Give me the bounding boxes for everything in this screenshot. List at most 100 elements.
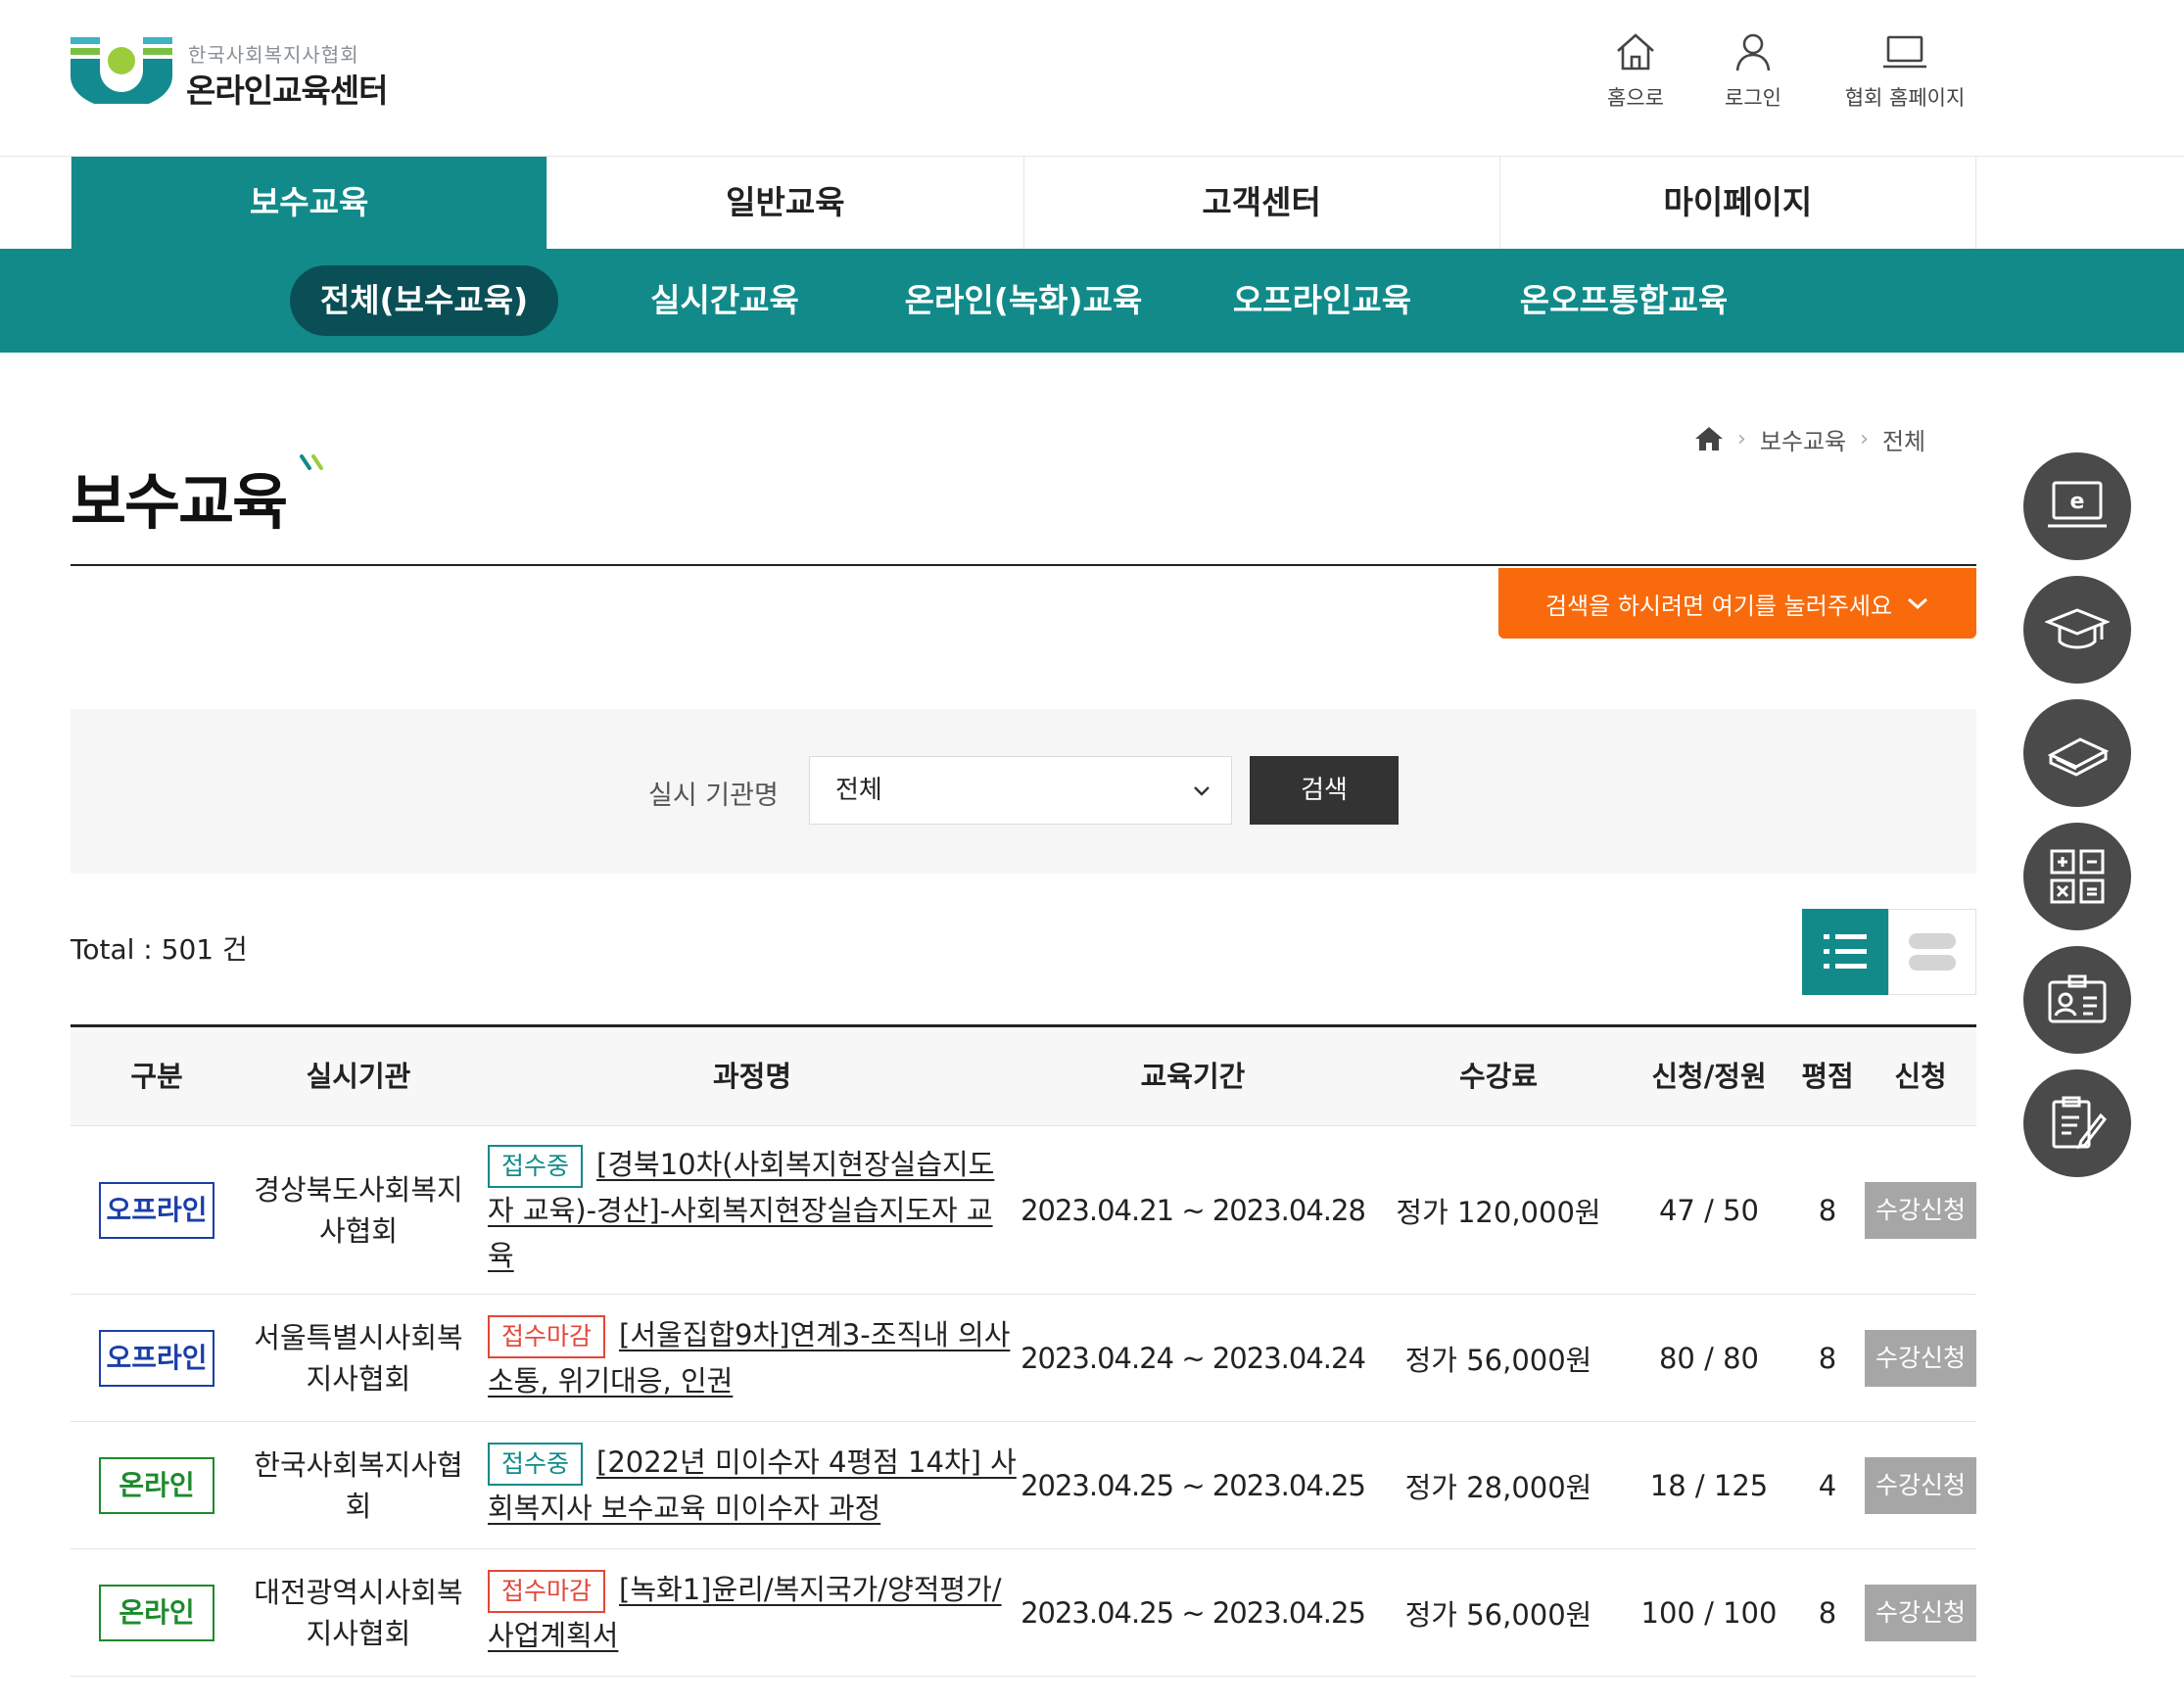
title-divider: [71, 564, 1976, 566]
fee-cell: 정가 28,000원: [1404, 1470, 1592, 1504]
login-link[interactable]: 로그인: [1714, 29, 1792, 119]
home-link[interactable]: 홈으로: [1596, 29, 1675, 119]
type-badge: 온라인: [99, 1584, 214, 1641]
gnb-item-general-education[interactable]: 일반교육: [547, 157, 1024, 249]
column-header-fee: 수강료: [1458, 1060, 1539, 1093]
score-cell: 4: [1818, 1468, 1837, 1502]
list-view-button[interactable]: [1802, 909, 1888, 995]
svg-text:e: e: [2070, 490, 2085, 514]
sub-navigation: 전체(보수교육) 실시간교육 온라인(녹화)교육 오프라인교육 온오프통합교육: [0, 249, 2184, 353]
gnb-item-customer-center[interactable]: 고객센터: [1024, 157, 1500, 249]
institution-cell: 대전광역시사회복지사협회: [254, 1575, 463, 1650]
gnb-item-mypage[interactable]: 마이페이지: [1500, 157, 1976, 249]
fee-cell: 정가 56,000원: [1404, 1597, 1592, 1632]
column-header-course: 과정명: [712, 1060, 792, 1093]
gnb-item-continuing-education[interactable]: 보수교육: [71, 157, 548, 249]
period-cell: 2023.04.25 ~ 2023.04.25: [1021, 1595, 1366, 1630]
column-header-period: 교육기간: [1140, 1060, 1246, 1093]
logo-subtitle: 한국사회복지사협회: [188, 43, 359, 67]
table-row: 온라인 대전광역시사회복지사협회 접수마감 [녹화1]윤리/복지국가/양적평가/사…: [71, 1549, 1976, 1677]
lnb-item-blended[interactable]: 온오프통합교육: [1498, 265, 1749, 336]
search-panel: 실시 기관명 전체 검색: [71, 709, 1976, 874]
card-view-button[interactable]: [1888, 909, 1976, 995]
type-badge: 오프라인: [99, 1329, 214, 1387]
course-table: 구분 실시기관 과정명 교육기간 수강료 신청/정원 평점 신청 오프라인 경상…: [71, 1024, 1976, 1677]
column-header-seats: 신청/정원: [1651, 1060, 1767, 1093]
apply-button[interactable]: 수강신청: [1865, 1456, 1976, 1514]
type-badge: 온라인: [99, 1456, 214, 1514]
page-title: 보수교육: [71, 466, 288, 538]
table-header: 구분 실시기관 과정명 교육기간 수강료 신청/정원 평점 신청: [71, 1024, 1976, 1126]
breadcrumb-level1[interactable]: 보수교육: [1760, 422, 1846, 456]
quick-menu-application[interactable]: [2023, 1069, 2131, 1177]
quick-menu-certificate[interactable]: [2023, 946, 2131, 1054]
title-accent-icon: [300, 454, 323, 470]
search-button[interactable]: 검색: [1250, 756, 1399, 825]
checklist-icon: [2052, 1096, 2107, 1150]
breadcrumb-home-icon[interactable]: [1694, 425, 1724, 452]
institution-cell: 한국사회복지사협회: [254, 1447, 463, 1523]
column-header-score: 평점: [1801, 1060, 1854, 1093]
period-cell: 2023.04.21 ~ 2023.04.28: [1021, 1193, 1366, 1227]
score-cell: 8: [1818, 1193, 1837, 1227]
breadcrumb: › 보수교육 › 전체: [1694, 421, 1925, 456]
quick-menu-e-learning[interactable]: e: [2023, 452, 2131, 560]
status-badge: 접수마감: [488, 1315, 606, 1358]
books-icon: [2047, 737, 2110, 777]
institution-select-value: 전체: [835, 776, 882, 805]
chevron-down-icon: [1194, 786, 1210, 796]
search-toggle-label: 검색을 하시려면 여기를 눌러주세요: [1544, 592, 1893, 620]
status-badge: 접수중: [488, 1443, 584, 1486]
fee-cell: 정가 56,000원: [1404, 1343, 1592, 1377]
column-header-apply: 신청: [1894, 1060, 1947, 1093]
calculator-icon: [2050, 849, 2105, 904]
lnb-item-online-recorded[interactable]: 온라인(녹화)교육: [891, 265, 1156, 336]
breadcrumb-separator-icon: ›: [1737, 426, 1746, 451]
laptop-icon: [1883, 35, 1926, 69]
seats-cell: 80 / 80: [1658, 1341, 1759, 1375]
table-row: 온라인 한국사회복지사협회 접수중 [2022년 미이수자 4평점 14차] 사회…: [71, 1422, 1976, 1549]
search-toggle-button[interactable]: 검색을 하시려면 여기를 눌러주세요: [1498, 568, 1976, 639]
breadcrumb-separator-icon: ›: [1860, 426, 1869, 451]
table-row: 오프라인 서울특별시사회복지사협회 접수마감 [서울집합9차]연계3-조직내 의사…: [71, 1295, 1976, 1422]
association-homepage-label: 협회 홈페이지: [1844, 86, 1966, 110]
association-homepage-link[interactable]: 협회 홈페이지: [1831, 29, 1978, 119]
seats-cell: 100 / 100: [1640, 1595, 1778, 1630]
column-header-institution: 실시기관: [306, 1060, 411, 1093]
quick-menu-books[interactable]: [2023, 699, 2131, 807]
type-badge: 오프라인: [99, 1181, 214, 1239]
period-cell: 2023.04.24 ~ 2023.04.24: [1021, 1341, 1366, 1375]
seats-cell: 47 / 50: [1658, 1193, 1759, 1227]
institution-cell: 경상북도사회복지사협회: [254, 1172, 463, 1248]
login-label: 로그인: [1725, 86, 1781, 110]
score-cell: 8: [1818, 1341, 1837, 1375]
lnb-item-all[interactable]: 전체(보수교육): [290, 265, 558, 336]
seats-cell: 18 / 125: [1649, 1468, 1769, 1502]
lnb-item-offline[interactable]: 오프라인교육: [1214, 265, 1430, 336]
breadcrumb-level2: 전체: [1881, 427, 1926, 455]
list-view-icon: [1824, 934, 1867, 969]
lnb-item-realtime[interactable]: 실시간교육: [627, 265, 823, 336]
chevron-down-icon: [1908, 597, 1928, 610]
table-row: 오프라인 경상북도사회복지사협회 접수중 [경북10차(사회복지현장실습지도자 교…: [71, 1126, 1976, 1295]
e-learning-icon: e: [2048, 481, 2107, 528]
institution-select[interactable]: 전체: [809, 756, 1232, 825]
quick-menu-calculator[interactable]: [2023, 823, 2131, 930]
card-view-icon: [1909, 933, 1956, 971]
site-logo[interactable]: 한국사회복지사협회 온라인교육센터: [71, 37, 423, 110]
status-badge: 접수중: [488, 1145, 584, 1188]
apply-button[interactable]: 수강신청: [1865, 1329, 1976, 1387]
fee-cell: 정가 120,000원: [1396, 1195, 1601, 1229]
institution-filter-label: 실시 기관명: [648, 781, 779, 811]
institution-cell: 서울특별시사회복지사협회: [254, 1320, 463, 1396]
home-label: 홈으로: [1607, 86, 1664, 110]
id-card-icon: [2048, 974, 2107, 1023]
logo-mark-icon: [71, 37, 172, 104]
score-cell: 8: [1818, 1595, 1837, 1630]
logo-title: 온라인교육센터: [186, 71, 389, 110]
column-header-type: 구분: [130, 1060, 183, 1093]
apply-button[interactable]: 수강신청: [1865, 1181, 1976, 1239]
total-count: Total : 501 건: [71, 933, 248, 966]
apply-button[interactable]: 수강신청: [1865, 1584, 1976, 1641]
quick-menu-education[interactable]: [2023, 576, 2131, 684]
